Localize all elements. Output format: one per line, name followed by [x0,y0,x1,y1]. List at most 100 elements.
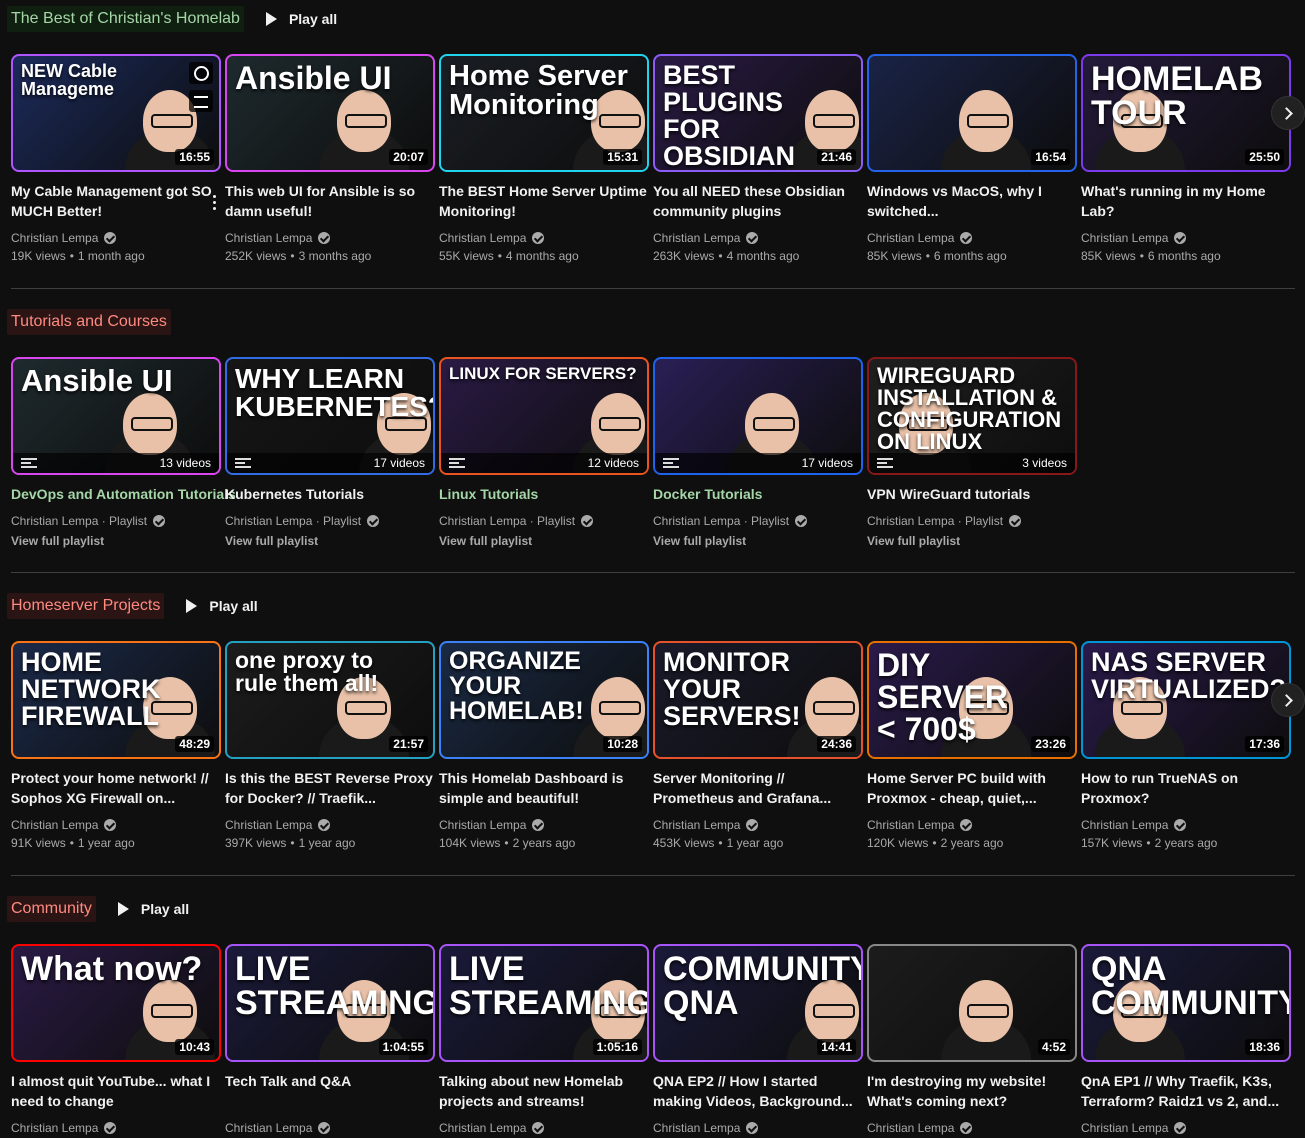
section-title[interactable]: The Best of Christian's Homelab [7,6,244,32]
video-card[interactable]: COMMUNITY QNA 14:41 QNA EP2 // How I start… [653,944,863,1137]
video-thumbnail[interactable]: BEST PLUGINS FOR OBSIDIAN 21:46 [653,54,863,172]
video-title[interactable]: QNA EP2 // How I started making Videos, … [653,1071,863,1111]
video-card[interactable]: BEST PLUGINS FOR OBSIDIAN 21:46 You all NE… [653,54,863,265]
video-thumbnail[interactable]: Ansible UI 20:07 [225,54,435,172]
view-full-playlist-link[interactable]: View full playlist [653,534,863,548]
more-options-icon[interactable] [213,195,217,210]
video-card[interactable]: DIY SERVER < 700$ 23:26 Home Server PC bui… [867,641,1077,852]
channel-name[interactable]: Christian Lempa [11,229,221,247]
video-thumbnail[interactable]: COMMUNITY QNA 14:41 [653,944,863,1062]
channel-name[interactable]: Christian Lempa [867,816,1077,834]
playlist-card[interactable]: 17 videos Docker Tutorials Christian Lempa… [653,357,863,548]
video-thumbnail[interactable]: WHY LEARN KUBERNETES? 17 videos [225,357,435,475]
channel-name[interactable]: Christian Lempa [1081,816,1291,834]
video-card[interactable]: QNA COMMUNITY 18:36 QnA EP1 // Why Traefik… [1081,944,1291,1137]
playlist-channel[interactable]: Christian Lempa · Playlist [225,512,435,530]
section-title[interactable]: Homeserver Projects [7,593,165,619]
playlist-card[interactable]: LINUX FOR SERVERS? 12 videos Linux Tutoria… [439,357,649,548]
video-thumbnail[interactable]: 16:54 [867,54,1077,172]
video-card[interactable]: LIVE STREAMING 1:04:55 Tech Talk and Q&A Ch… [225,944,435,1138]
playlist-card[interactable]: WIREGUARD INSTALLATION & CONFIGURATION O… [867,357,1077,548]
video-title[interactable]: My Cable Management got SO MUCH Better! [11,181,221,221]
video-card[interactable]: HOMELAB TOUR 25:50 What's running in my Ho… [1081,54,1291,265]
playlist-title[interactable]: VPN WireGuard tutorials [867,484,1077,504]
channel-name[interactable]: Christian Lempa [225,229,435,247]
channel-name[interactable]: Christian Lempa [439,816,649,834]
playlist-title[interactable]: Linux Tutorials [439,484,649,504]
video-thumbnail[interactable]: ORGANIZE YOUR HOMELAB! 10:28 [439,641,649,759]
channel-name[interactable]: Christian Lempa [1081,1119,1291,1137]
channel-name[interactable]: Christian Lempa [867,1119,1077,1137]
video-thumbnail[interactable]: one proxy to rule them all! 21:57 [225,641,435,759]
play-all-button[interactable]: Play all [186,598,258,614]
shelf-next-button[interactable] [1271,683,1305,717]
video-title[interactable]: The BEST Home Server Uptime Monitoring! [439,181,649,221]
add-to-queue-icon[interactable] [189,90,213,112]
video-title[interactable]: You all NEED these Obsidian community pl… [653,181,863,221]
playlist-channel[interactable]: Christian Lempa · Playlist [439,512,649,530]
playlist-channel[interactable]: Christian Lempa · Playlist [867,512,1077,530]
video-card[interactable]: NEW Cable Manageme 16:55 My Cable Manageme… [11,54,221,265]
playlist-card[interactable]: Ansible UI 13 videos DevOps and Automation… [11,357,236,548]
play-all-button[interactable]: Play all [117,901,189,917]
view-full-playlist-link[interactable]: View full playlist [225,534,435,548]
channel-name[interactable]: Christian Lempa [225,816,435,834]
channel-name[interactable]: Christian Lempa [11,816,221,834]
watch-later-icon[interactable] [189,62,213,84]
video-thumbnail[interactable]: Home Server Monitoring 15:31 [439,54,649,172]
video-card[interactable]: one proxy to rule them all! 21:57 Is this … [225,641,435,852]
video-title[interactable]: Windows vs MacOS, why I switched... [867,181,1077,221]
video-title[interactable]: This web UI for Ansible is so damn usefu… [225,181,435,221]
video-card[interactable]: Home Server Monitoring 15:31 The BEST Home… [439,54,649,265]
view-full-playlist-link[interactable]: View full playlist [867,534,1077,548]
video-title[interactable]: Server Monitoring // Prometheus and Graf… [653,768,863,808]
video-title[interactable]: QnA EP1 // Why Traefik, K3s, Terraform? … [1081,1071,1291,1111]
channel-name[interactable]: Christian Lempa [1081,229,1291,247]
video-thumbnail[interactable]: LINUX FOR SERVERS? 12 videos [439,357,649,475]
channel-name[interactable]: Christian Lempa [439,1119,649,1137]
video-card[interactable]: 4:52 I'm destroying my website! What's co… [867,944,1077,1137]
video-thumbnail[interactable]: QNA COMMUNITY 18:36 [1081,944,1291,1062]
video-card[interactable]: LIVE STREAMING 1:05:16 Talking about new H… [439,944,649,1137]
video-card[interactable]: HOME NETWORK FIREWALL 48:29 Protect your h… [11,641,221,852]
video-title[interactable]: Tech Talk and Q&A [225,1071,435,1111]
video-title[interactable]: This Homelab Dashboard is simple and bea… [439,768,649,808]
video-thumbnail[interactable]: MONITOR YOUR SERVERS! 24:36 [653,641,863,759]
video-thumbnail[interactable]: WIREGUARD INSTALLATION & CONFIGURATION O… [867,357,1077,475]
video-thumbnail[interactable]: Ansible UI 13 videos [11,357,221,475]
play-all-button[interactable]: Play all [265,11,337,27]
video-thumbnail[interactable]: LIVE STREAMING 1:04:55 [225,944,435,1062]
channel-name[interactable]: Christian Lempa [653,1119,863,1137]
playlist-card[interactable]: WHY LEARN KUBERNETES? 17 videos Kubernetes… [225,357,435,548]
playlist-title[interactable]: Kubernetes Tutorials [225,484,435,504]
video-thumbnail[interactable]: NEW Cable Manageme 16:55 [11,54,221,172]
video-card[interactable]: MONITOR YOUR SERVERS! 24:36 Server Monitor… [653,641,863,852]
playlist-title[interactable]: Docker Tutorials [653,484,863,504]
video-title[interactable]: Talking about new Homelab projects and s… [439,1071,649,1111]
video-title[interactable]: Protect your home network! // Sophos XG … [11,768,221,808]
channel-name[interactable]: Christian Lempa [653,816,863,834]
video-card[interactable]: ORGANIZE YOUR HOMELAB! 10:28 This Homelab … [439,641,649,852]
playlist-channel[interactable]: Christian Lempa · Playlist [653,512,863,530]
channel-name[interactable]: Christian Lempa [11,1119,221,1137]
video-thumbnail[interactable]: HOME NETWORK FIREWALL 48:29 [11,641,221,759]
shelf-next-button[interactable] [1271,96,1305,130]
video-title[interactable]: What's running in my Home Lab? [1081,181,1291,221]
video-card[interactable]: Ansible UI 20:07 This web UI for Ansible i… [225,54,435,265]
view-full-playlist-link[interactable]: View full playlist [11,534,221,548]
video-title[interactable]: How to run TrueNAS on Proxmox? [1081,768,1291,808]
video-card[interactable]: NAS SERVER VIRTUALIZED? 17:36 How to run T… [1081,641,1291,852]
video-thumbnail[interactable]: LIVE STREAMING 1:05:16 [439,944,649,1062]
video-card[interactable]: 16:54 Windows vs MacOS, why I switched...… [867,54,1077,265]
channel-name[interactable]: Christian Lempa [439,229,649,247]
video-title[interactable]: Home Server PC build with Proxmox - chea… [867,768,1077,808]
video-title[interactable]: I'm destroying my website! What's coming… [867,1071,1077,1111]
video-thumbnail[interactable]: 17 videos [653,357,863,475]
video-thumbnail[interactable]: DIY SERVER < 700$ 23:26 [867,641,1077,759]
video-title[interactable]: I almost quit YouTube... what I need to … [11,1071,221,1111]
playlist-title[interactable]: DevOps and Automation Tutorials [11,484,236,504]
channel-name[interactable]: Christian Lempa [225,1119,435,1137]
video-thumbnail[interactable]: HOMELAB TOUR 25:50 [1081,54,1291,172]
channel-name[interactable]: Christian Lempa [867,229,1077,247]
video-title[interactable]: Is this the BEST Reverse Proxy for Docke… [225,768,435,808]
